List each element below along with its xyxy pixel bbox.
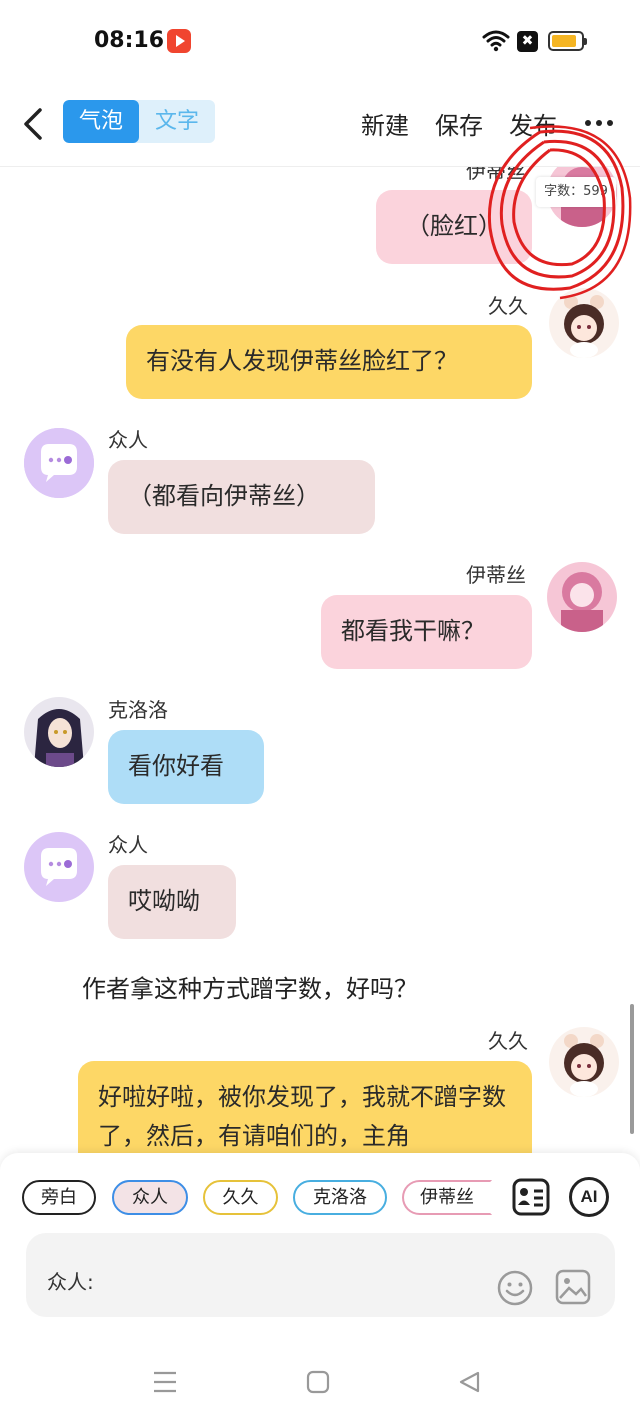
back-arrow-icon[interactable] <box>18 102 48 146</box>
speaker-label: 众人: <box>47 1270 94 1294</box>
video-app-icon <box>167 29 191 53</box>
character-chip-keluoluo[interactable]: 克洛洛 <box>293 1180 387 1215</box>
menu-icon[interactable] <box>152 1370 178 1394</box>
message-bubble[interactable]: 看你好看 <box>108 730 264 804</box>
emoji-smile-icon[interactable] <box>496 1269 534 1307</box>
ai-button[interactable]: AI <box>569 1177 609 1217</box>
mode-bubble-tab[interactable]: 气泡 <box>63 100 139 143</box>
close-badge-icon: ✖ <box>517 31 538 52</box>
compose-panel: 旁白 众人 久久 克洛洛 伊蒂丝 AI 众人: <box>0 1153 640 1342</box>
message-bubble[interactable]: （都看向伊蒂丝） <box>108 460 375 534</box>
narration-text[interactable]: 作者拿这种方式蹭字数，好吗？ <box>82 969 418 1004</box>
avatar-keluoluo[interactable] <box>24 697 94 767</box>
sender-name: 久久 <box>488 1029 528 1053</box>
message-input[interactable]: 众人: <box>26 1233 615 1317</box>
avatar-yidisi[interactable] <box>547 562 617 632</box>
character-chip-jiujiu[interactable]: 久久 <box>203 1180 278 1215</box>
new-button[interactable]: 新建 <box>361 106 409 141</box>
sender-name: 伊蒂丝 <box>466 563 526 587</box>
avatar-jiujiu[interactable] <box>549 1027 619 1097</box>
avatar-crowd[interactable] <box>24 832 94 902</box>
message-bubble[interactable]: 有没有人发现伊蒂丝脸红了？ <box>126 325 532 399</box>
save-button[interactable]: 保存 <box>435 106 483 141</box>
home-square-icon[interactable] <box>306 1370 330 1394</box>
status-time: 08:16 <box>94 28 165 53</box>
character-chip-narrator[interactable]: 旁白 <box>22 1180 96 1215</box>
red-annotation-circle <box>487 125 632 300</box>
status-bar: 08:16 ✖ <box>0 0 640 84</box>
avatar-crowd[interactable] <box>24 428 94 498</box>
sender-name: 众人 <box>108 428 148 452</box>
message-bubble[interactable]: 哎呦呦 <box>108 865 236 939</box>
sender-name: 众人 <box>108 833 148 857</box>
message-bubble[interactable]: 好啦好啦，被你发现了，我就不蹭字数了，然后，有请咱们的，主角 <box>78 1061 532 1157</box>
mode-text-tab[interactable]: 文字 <box>139 100 215 143</box>
mode-switch: 气泡 文字 <box>63 100 215 143</box>
nav-back-icon[interactable] <box>457 1370 481 1394</box>
wifi-icon <box>482 30 510 52</box>
image-icon[interactable] <box>555 1269 591 1305</box>
scrollbar[interactable] <box>630 1004 634 1134</box>
role-card-icon[interactable] <box>511 1177 551 1217</box>
battery-icon <box>548 31 587 51</box>
character-chip-crowd[interactable]: 众人 <box>112 1180 188 1215</box>
message-bubble[interactable]: 都看我干嘛？ <box>321 595 532 669</box>
character-chip-yidisi[interactable]: 伊蒂丝 <box>402 1180 492 1215</box>
system-nav-bar <box>0 1342 640 1422</box>
sender-name: 克洛洛 <box>108 698 168 722</box>
